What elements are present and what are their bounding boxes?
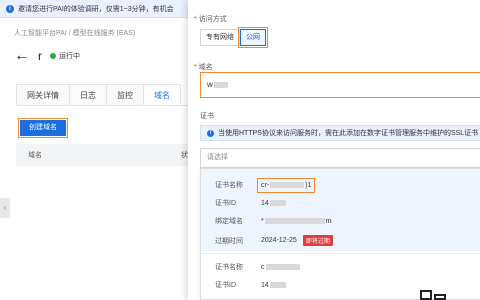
access-method-radio-group: 专有网络 公网 (200, 27, 268, 48)
tab-monitoring[interactable]: 监控 (106, 84, 144, 105)
cert-name-row: 证书名称 cr- )1 (215, 177, 316, 193)
cert-id-key: 证书ID (215, 200, 236, 207)
column-status: 状 (181, 152, 188, 159)
cert-expiry-date: 2024-12-25 (261, 237, 297, 244)
cert-name-prefix: cr- (261, 181, 270, 189)
required-marker: * (194, 64, 197, 71)
cert-id-row: 证书ID 14 (215, 198, 287, 208)
domain-table-header: 域名 状 (16, 144, 200, 166)
expiring-soon-badge: 即将过期 (302, 235, 333, 246)
cert-id-text: 14 (261, 281, 269, 289)
cert-id-key: 证书ID (215, 282, 236, 289)
cert-name-key: 证书名称 (215, 264, 243, 271)
redacted-text (269, 282, 286, 288)
redacted-text (264, 218, 325, 224)
redacted-text (265, 264, 300, 270)
cert-name-key: 证书名称 (215, 182, 243, 189)
create-domain-drawer: * 访问方式 专有网络 公网 * 域名 w 证书 i 当使用HTTPS协议来访问服务… (188, 0, 480, 300)
column-domain: 域名 (28, 152, 42, 159)
cert-bind-key: 绑定域名 (215, 218, 243, 225)
cert-id-value: 14 (261, 282, 287, 289)
cert-expiry-value: 2024-12-25 即将过期 (261, 235, 333, 246)
service-name: r (38, 49, 42, 63)
tab-gateway-details[interactable]: 网关详情 (16, 84, 70, 105)
required-marker: * (194, 16, 197, 23)
certificate-option-1[interactable]: 证书名称 cr-)1 证书ID 14 绑定域名 * m 过期时间 2024-12-… (201, 169, 480, 251)
status-badge: 运行中 (50, 51, 80, 61)
tab-domain[interactable]: 域名 (143, 84, 181, 105)
access-method-label-text: 访问方式 (198, 16, 227, 23)
domain-label-text: 域名 (198, 64, 213, 71)
cert-bind-suffix: m (325, 217, 332, 225)
certificate-dropdown: 证书名称 cr-)1 证书ID 14 绑定域名 * m 过期时间 2024-12-… (200, 168, 480, 300)
cert-name-suffix: )1 (305, 181, 312, 189)
domain-label: * 域名 (194, 62, 213, 72)
access-option-public[interactable]: 公网 (238, 27, 268, 48)
survey-banner-text: 邀请您进行PAI的体验调研，仅需1~3分钟，有机会 (18, 5, 174, 13)
service-title-row: ← r 运行中 (14, 48, 80, 64)
cert-bind-prefix: * (261, 217, 264, 225)
redacted-text (213, 81, 228, 88)
access-option-vpc[interactable]: 专有网络 (200, 29, 240, 46)
cert-name-prefix: c (261, 263, 265, 271)
certificate-tip-text: 当使用HTTPS协议来访问服务时，需在此添加在数字证书管理服务中维护的SSL证书 (218, 130, 479, 137)
background-page: i 邀请您进行PAI的体验调研，仅需1~3分钟，有机会 人工智能平台PAI / … (0, 0, 200, 300)
watermark-logo (420, 288, 476, 300)
certificate-label: 证书 (200, 113, 214, 120)
create-domain-button[interactable]: 创建域名 (18, 118, 68, 138)
info-icon: i (207, 129, 214, 137)
access-method-label: * 访问方式 (194, 14, 227, 24)
cert-bind-value: * m (261, 218, 332, 225)
status-dot-icon (50, 53, 56, 59)
redacted-text (269, 200, 286, 206)
domain-input-value: w (207, 80, 213, 89)
cert-name-row: 证书名称 c (215, 262, 301, 272)
tab-logs[interactable]: 日志 (69, 84, 107, 105)
domain-input[interactable]: w (200, 72, 480, 98)
certificate-select[interactable]: 请选择 (200, 148, 480, 168)
logo-block (434, 294, 446, 300)
cert-name-value: c (261, 264, 301, 271)
cert-expiry-row: 过期时间 2024-12-25 即将过期 (215, 235, 333, 246)
survey-banner[interactable]: i 邀请您进行PAI的体验调研，仅需1~3分钟，有机会 (0, 0, 200, 18)
cert-id-value: 14 (261, 200, 287, 207)
cert-id-text: 14 (261, 199, 269, 207)
logo-block (420, 290, 432, 300)
info-icon: i (6, 4, 14, 13)
detail-tabs: 网关详情 日志 监控 域名 (16, 84, 200, 106)
collapse-handle[interactable]: ‹ (0, 198, 10, 218)
back-arrow-icon[interactable]: ← (14, 48, 30, 64)
cert-id-row: 证书ID 14 (215, 280, 287, 290)
certificate-tip: i 当使用HTTPS协议来访问服务时，需在此添加在数字证书管理服务中维护的SSL… (200, 125, 480, 141)
redacted-text (270, 182, 305, 188)
status-text: 运行中 (59, 53, 80, 60)
cert-bind-row: 绑定域名 * m (215, 216, 332, 226)
cert-name-value: cr- )1 (256, 177, 316, 193)
breadcrumb[interactable]: 人工智能平台PAI / 模型在线服务 (EAS) (14, 28, 135, 38)
cert-expiry-key: 过期时间 (215, 237, 243, 245)
